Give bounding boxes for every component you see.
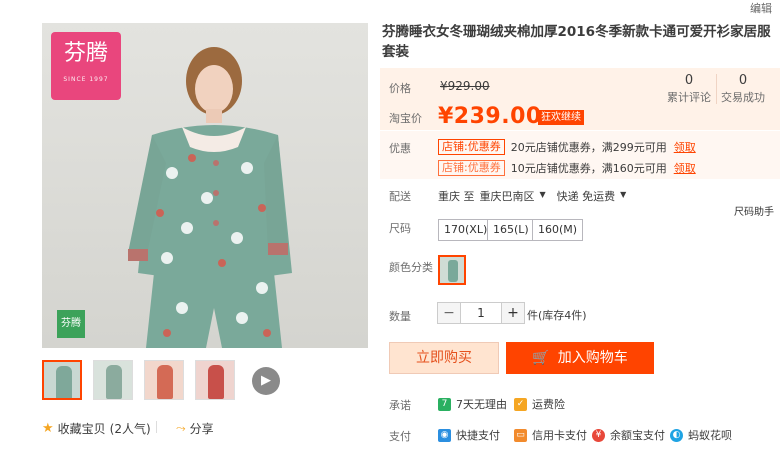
stat-divider: [716, 74, 717, 104]
promise-text: 7天无理由: [456, 398, 507, 411]
sales-label: 交易成功: [721, 91, 765, 104]
add-to-cart-label: 加入购物车: [557, 350, 628, 366]
favorite-count: (2人气): [109, 422, 151, 436]
promise-text: 运费险: [532, 398, 565, 411]
thumbnail-strip: [42, 360, 235, 400]
payment-huabei[interactable]: ◐ 蚂蚁花呗: [670, 427, 732, 443]
size-option-m[interactable]: 160(M): [532, 219, 584, 241]
increase-button[interactable]: +: [502, 303, 524, 323]
coupon-row-2: 店铺:优惠券 10元店铺优惠券，满160元可用 领取: [438, 160, 696, 176]
coupon-text: 10元店铺优惠券，满160元可用: [510, 162, 667, 175]
coupon-tag: 店铺:优惠券: [438, 160, 505, 176]
size-option-l[interactable]: 165(L): [487, 219, 535, 241]
thumbnail-2[interactable]: [93, 360, 133, 400]
main-product-image[interactable]: 芬腾 SINCE 1997 芬腾: [42, 23, 368, 348]
review-stat[interactable]: 0 累计评论: [666, 73, 712, 105]
payment-text: 余额宝支付: [610, 429, 665, 442]
insurance-icon: ✓: [514, 397, 527, 411]
favorite-label: 收藏宝贝: [57, 422, 106, 436]
taobao-price-label: 淘宝价: [389, 112, 422, 125]
add-to-cart-button[interactable]: 🛒 加入购物车: [506, 342, 654, 374]
small-brand-logo: 芬腾: [57, 310, 85, 338]
claim-coupon-link[interactable]: 领取: [674, 160, 696, 176]
brand-logo: 芬腾 SINCE 1997: [51, 32, 121, 100]
payment-text: 快捷支付: [456, 429, 500, 442]
share-label: 分享: [189, 422, 214, 436]
share-button[interactable]: ⤳ 分享: [176, 420, 214, 437]
claim-coupon-link[interactable]: 领取: [674, 139, 696, 155]
chevron-down-icon[interactable]: ▼: [540, 188, 546, 204]
payment-credit-card[interactable]: ▭ 信用卡支付: [514, 427, 587, 443]
share-icon: ⤳: [176, 421, 186, 435]
sales-stat: 0 交易成功: [720, 73, 766, 105]
brand-logo-sub: SINCE 1997: [63, 76, 109, 83]
payment-label: 支付: [389, 430, 411, 443]
quantity-label: 数量: [389, 310, 411, 323]
payment-yuebao[interactable]: ¥ 余额宝支付: [592, 427, 665, 443]
original-price: ¥929.00: [440, 79, 490, 93]
color-option-green[interactable]: [438, 255, 466, 285]
color-label: 颜色分类: [389, 261, 433, 274]
stock-text: 件(库存4件): [527, 309, 587, 322]
sales-count: 0: [738, 73, 748, 88]
decrease-button[interactable]: −: [438, 303, 460, 323]
promise-freight-insurance[interactable]: ✓ 运费险: [514, 396, 565, 412]
payment-text: 蚂蚁花呗: [688, 429, 732, 442]
shipping-info: 重庆 至 重庆巴南区 ▼ 快递 免运费 ▼: [438, 188, 626, 204]
size-option-xl[interactable]: 170(XL): [438, 219, 494, 241]
star-icon: ★: [42, 421, 54, 436]
size-helper-link[interactable]: 尺码助手: [734, 203, 774, 218]
yuebao-icon: ¥: [592, 428, 605, 442]
quantity-stepper: − 1 +: [437, 302, 525, 324]
price-label: 价格: [389, 82, 411, 95]
coupon-text: 20元店铺优惠券，满299元可用: [510, 141, 667, 154]
edit-link[interactable]: 编辑: [750, 0, 772, 16]
brand-logo-text: 芬腾: [63, 41, 108, 66]
cart-icon: 🛒: [532, 350, 550, 366]
promise-label: 承诺: [389, 399, 411, 412]
action-divider: [156, 421, 157, 433]
chevron-down-icon[interactable]: ▼: [620, 188, 626, 204]
shipping-destination[interactable]: 重庆巴南区: [480, 188, 535, 204]
shipping-from: 重庆 至: [438, 190, 475, 203]
buy-now-button[interactable]: 立即购买: [389, 342, 499, 374]
thumbnail-1[interactable]: [42, 360, 82, 400]
thumbnail-3[interactable]: [144, 360, 184, 400]
coupon-tag: 店铺:优惠券: [438, 139, 505, 155]
shipping-method: 快递 免运费: [556, 190, 616, 203]
play-video-button[interactable]: ▶: [252, 367, 280, 395]
play-icon: ▶: [261, 373, 271, 388]
payment-quick[interactable]: ◉ 快捷支付: [438, 427, 500, 443]
discount-label: 优惠: [389, 142, 411, 155]
seven-day-icon: 7: [438, 397, 451, 411]
review-count: 0: [684, 73, 694, 88]
quantity-input[interactable]: 1: [460, 303, 502, 323]
credit-card-icon: ▭: [514, 428, 527, 442]
thumbnail-4[interactable]: [195, 360, 235, 400]
shipping-label: 配送: [389, 190, 411, 203]
favorite-button[interactable]: ★ 收藏宝贝 (2人气): [42, 420, 151, 437]
promise-7day[interactable]: 7 7天无理由: [438, 396, 507, 412]
quick-pay-icon: ◉: [438, 428, 451, 442]
size-label: 尺码: [389, 222, 411, 235]
product-title: 芬腾睡衣女冬珊瑚绒夹棉加厚2016冬季新款卡通可爱开衫家居服套装: [382, 24, 771, 60]
review-label: 累计评论: [667, 91, 711, 104]
current-price: ¥239.00: [438, 104, 542, 129]
huabei-icon: ◐: [670, 428, 683, 442]
promo-tag: 狂欢继续: [538, 110, 584, 125]
coupon-row-1: 店铺:优惠券 20元店铺优惠券，满299元可用 领取: [438, 139, 696, 155]
payment-text: 信用卡支付: [532, 429, 587, 442]
